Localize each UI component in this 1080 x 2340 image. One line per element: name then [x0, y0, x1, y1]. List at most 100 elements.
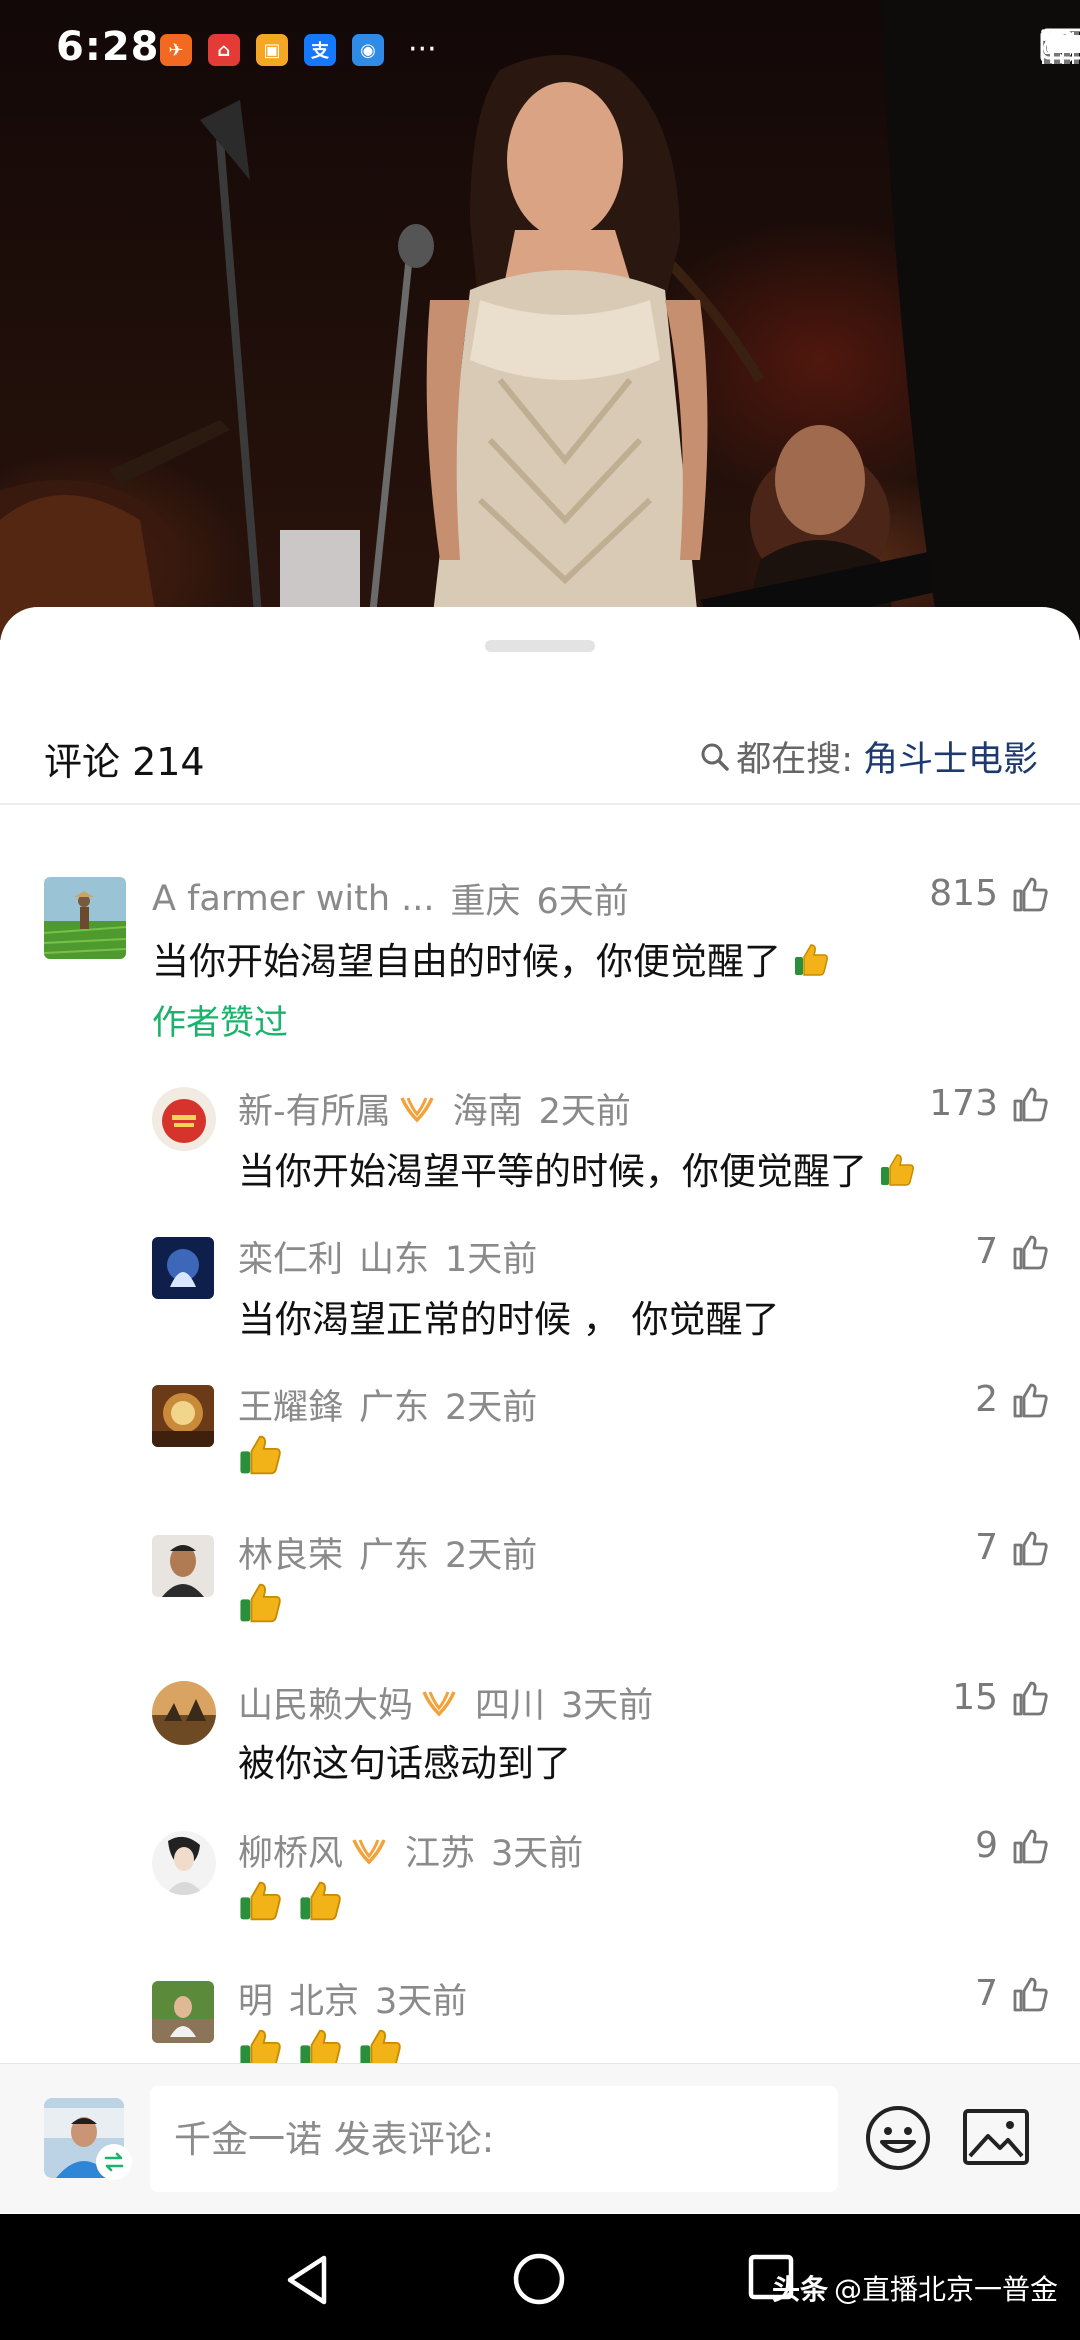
like-button[interactable]: 815 — [929, 873, 1050, 914]
like-button[interactable]: 7 — [975, 1527, 1050, 1568]
back-icon[interactable] — [284, 2254, 332, 2310]
comment-meta: 明 北京 3天前 — [238, 1973, 467, 2024]
trending-search-link[interactable]: 都在搜: 角斗士电影 — [700, 731, 1038, 782]
comment-time: 1天前 — [445, 1240, 538, 1280]
like-button[interactable]: 173 — [929, 1083, 1050, 1124]
comment-location: 重庆 — [450, 882, 521, 922]
author-liked-label: 作者赞过 — [152, 1003, 288, 1043]
reply-item[interactable]: 林良荣 广东 2天前 7 — [0, 1517, 1080, 1657]
comment-count-title: 评论 214 — [44, 740, 205, 784]
comment-meta: 王耀鋒 广东 2天前 — [238, 1379, 537, 1430]
comment-location: 四川 — [475, 1686, 546, 1726]
reply-item[interactable]: 栾仁利 山东 1天前 7 当你渴望正常的时候 ， 你觉醒了 — [0, 1221, 1080, 1361]
header-divider — [0, 803, 1080, 805]
comment-author[interactable]: 山民赖大妈 — [238, 1677, 413, 1728]
home-app-icon: ⌂ — [208, 34, 240, 66]
more-notifications-icon: ··· — [408, 32, 437, 67]
comment-text-content: 当你开始渴望平等的时候，你便觉醒了 — [238, 1150, 867, 1193]
thumbs-up-icon — [1013, 1681, 1048, 1715]
reply-item[interactable]: 山民赖大妈 四川 3天前 15 被你这句话感动到了 — [0, 1667, 1080, 1807]
comment-text — [238, 1433, 286, 1486]
watermark: 头条 @直播北京一普金 — [772, 2268, 1058, 2308]
browser-app-icon: ◉ — [352, 34, 384, 66]
like-count: 815 — [929, 873, 998, 914]
home-icon[interactable] — [512, 2252, 566, 2310]
thumbs-up-emoji-icon — [793, 942, 829, 987]
comment-time: 2天前 — [538, 1092, 631, 1132]
like-button[interactable]: 15 — [952, 1677, 1050, 1718]
avatar[interactable] — [152, 1237, 214, 1299]
avatar[interactable] — [152, 1831, 216, 1895]
reply-item[interactable]: 新-有所属 海南 2天前 173 当你开始渴望平等的时候，你便觉醒了 — [0, 1073, 1080, 1213]
like-count: 173 — [929, 1083, 998, 1124]
comment-author[interactable]: 柳桥风 — [238, 1825, 343, 1876]
avatar[interactable] — [152, 1087, 216, 1151]
image-icon[interactable] — [962, 2108, 1030, 2172]
comment-text — [238, 1879, 346, 1932]
search-term[interactable]: 角斗士电影 — [863, 731, 1038, 782]
smiley-icon[interactable] — [864, 2104, 932, 2176]
comment-meta: 山民赖大妈 四川 3天前 — [238, 1677, 653, 1728]
notification-app-icons: ✈ ⌂ ▣ 支 ◉ ··· — [160, 34, 437, 66]
comment-text: 当你开始渴望平等的时候，你便觉醒了 — [238, 1141, 919, 1197]
avatar[interactable] — [152, 1681, 216, 1745]
comment-location: 北京 — [289, 1982, 360, 2022]
switch-account-icon[interactable] — [96, 2144, 132, 2180]
comment-time: 3天前 — [491, 1834, 584, 1874]
video-player[interactable]: 6:28 ✈ ⌂ ▣ 支 ◉ ··· — [0, 0, 1080, 640]
comment-location: 江苏 — [405, 1834, 476, 1874]
comment-location: 广东 — [359, 1388, 430, 1428]
vip-badge-icon — [399, 1094, 435, 1124]
watermark-brand: 头条 — [772, 2273, 829, 2306]
like-button[interactable]: 7 — [975, 1231, 1050, 1272]
comment-author[interactable]: A farmer with ... — [152, 879, 435, 919]
comment-meta: 栾仁利 山东 1天前 — [238, 1231, 537, 1282]
like-button[interactable]: 7 — [975, 1973, 1050, 2014]
thumbs-up-icon — [1013, 1977, 1048, 2011]
status-time: 6:28 — [56, 24, 160, 70]
comment-time: 3天前 — [375, 1982, 468, 2022]
comment-time: 3天前 — [561, 1686, 654, 1726]
search-icon — [700, 742, 730, 772]
comment-meta: A farmer with ... 重庆 6天前 — [152, 873, 629, 924]
vip-badge-icon — [421, 1688, 457, 1718]
comment-text: 当你渴望正常的时候 ， 你觉醒了 — [238, 1298, 780, 1341]
drag-handle[interactable] — [485, 640, 595, 652]
avatar[interactable] — [152, 1535, 214, 1597]
alipay-app-icon: 支 — [304, 34, 336, 66]
watermark-handle: @直播北京一普金 — [834, 2273, 1059, 2306]
system-navigation-bar: 头条 @直播北京一普金 — [0, 2214, 1080, 2340]
avatar[interactable] — [152, 1385, 214, 1447]
comment-list[interactable]: A farmer with ... 重庆 6天前 815 当你开始渴望自由的时候… — [0, 857, 1080, 2107]
search-label: 都在搜: — [736, 740, 853, 780]
comment-author[interactable]: 栾仁利 — [238, 1231, 343, 1282]
thumbs-up-emoji-icon — [238, 1879, 282, 1932]
comment-text: 被你这句话感动到了 — [238, 1742, 571, 1785]
like-count: 7 — [975, 1973, 998, 2014]
comment-author[interactable]: 王耀鋒 — [238, 1379, 343, 1430]
comment-header: 评论 214 都在搜: 角斗士电影 — [0, 717, 1080, 797]
like-button[interactable]: 9 — [975, 1825, 1050, 1866]
comment-location: 海南 — [452, 1092, 523, 1132]
battery-icon — [1040, 28, 1080, 60]
reply-item[interactable]: 柳桥风 江苏 3天前 9 — [0, 1815, 1080, 1955]
like-count: 9 — [975, 1825, 998, 1866]
reply-item[interactable]: 王耀鋒 广东 2天前 2 — [0, 1369, 1080, 1509]
wallet-app-icon: ▣ — [256, 34, 288, 66]
thumbs-up-icon — [1013, 877, 1048, 911]
comment-author[interactable]: 林良荣 — [238, 1527, 343, 1578]
comment-time: 2天前 — [445, 1536, 538, 1576]
comment-item[interactable]: A farmer with ... 重庆 6天前 815 当你开始渴望自由的时候… — [0, 857, 1080, 1043]
avatar[interactable] — [44, 877, 126, 959]
like-count: 7 — [975, 1231, 998, 1272]
avatar[interactable] — [152, 1981, 214, 2043]
like-button[interactable]: 2 — [975, 1379, 1050, 1420]
transfer-app-icon: ✈ — [160, 34, 192, 66]
comment-input[interactable] — [150, 2086, 838, 2192]
comment-author[interactable]: 新-有所属 — [238, 1083, 391, 1134]
comment-author[interactable]: 明 — [238, 1973, 273, 2024]
vip-badge-icon — [351, 1836, 387, 1866]
like-count: 15 — [952, 1677, 998, 1718]
thumbs-up-emoji-icon — [298, 1879, 342, 1932]
thumbs-up-emoji-icon — [879, 1152, 915, 1197]
